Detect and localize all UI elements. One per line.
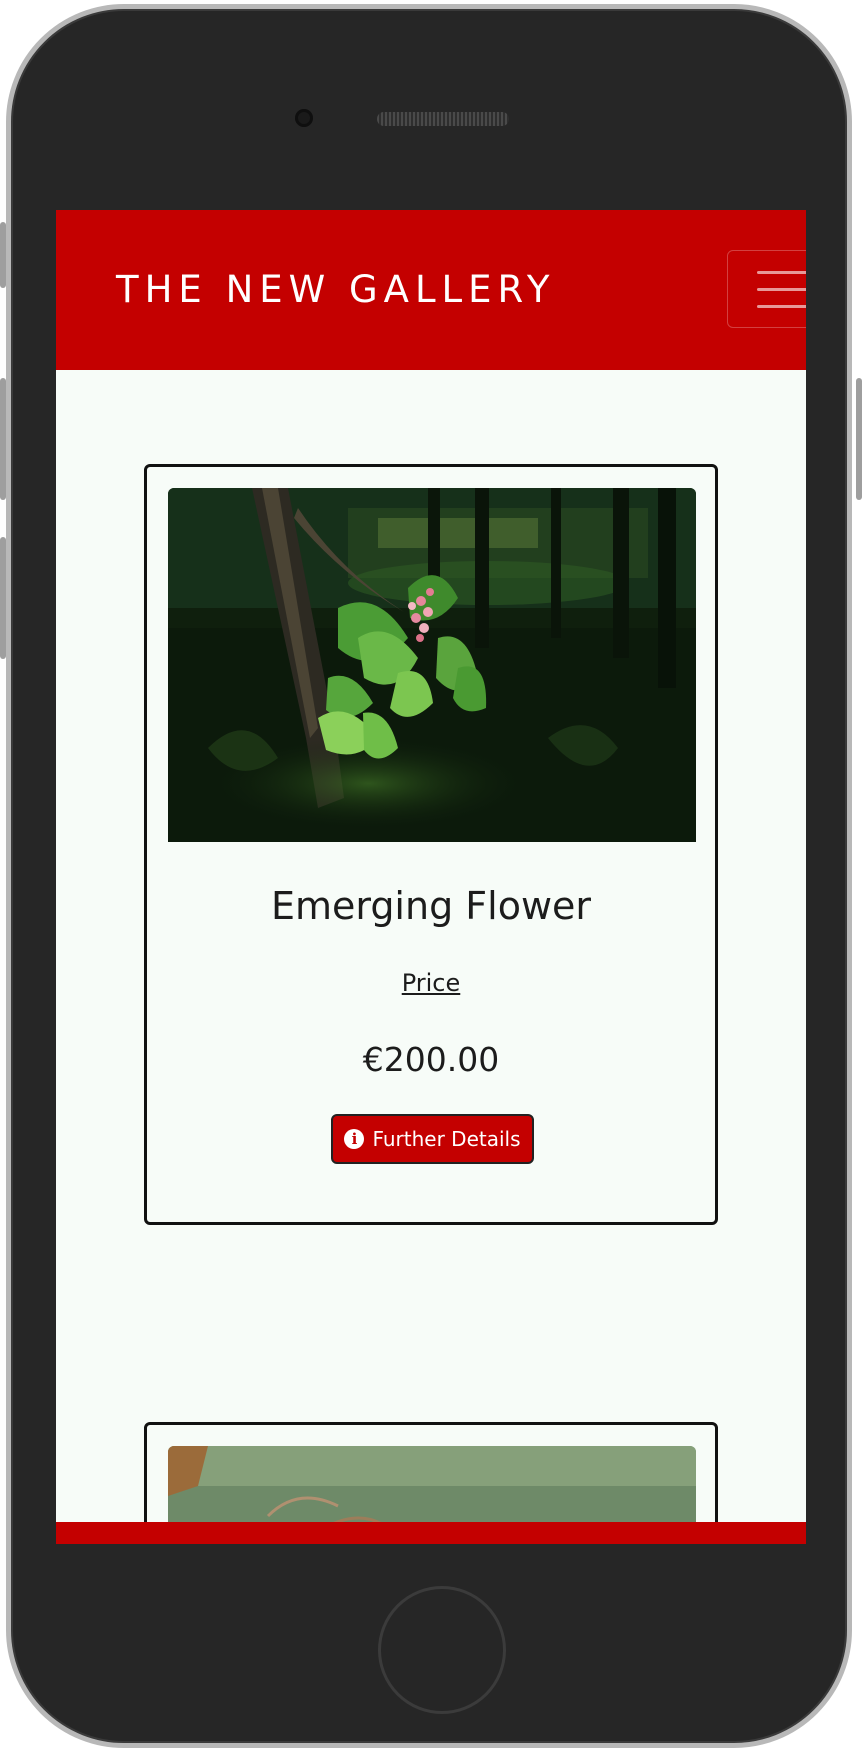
front-camera [295,109,313,127]
home-button[interactable] [378,1586,506,1714]
navbar-toggle-button[interactable] [727,250,806,328]
product-image[interactable] [168,488,696,842]
brand-logo[interactable]: THE NEW GALLERY [116,268,556,311]
price-label: Price [401,969,461,997]
navbar: THE NEW GALLERY [56,210,806,370]
product-card: Emerging Flower Price €200.00 i Further … [144,464,718,1225]
earpiece-speaker [377,112,509,126]
power-button [856,378,862,500]
info-circle-icon: i [344,1129,365,1149]
further-details-button[interactable]: i Further Details [331,1114,534,1164]
phone-screen: THE NEW GALLERY Emerging Flower Price €2… [56,210,806,1544]
silent-switch [0,222,6,288]
footer-bar [56,1522,806,1544]
forest-flower-photo [168,488,696,842]
further-details-label: Further Details [372,1127,521,1151]
product-title: Emerging Flower [270,884,592,928]
volume-up-button [0,378,6,500]
price-value: €200.00 [362,1040,500,1079]
volume-down-button [0,537,6,659]
